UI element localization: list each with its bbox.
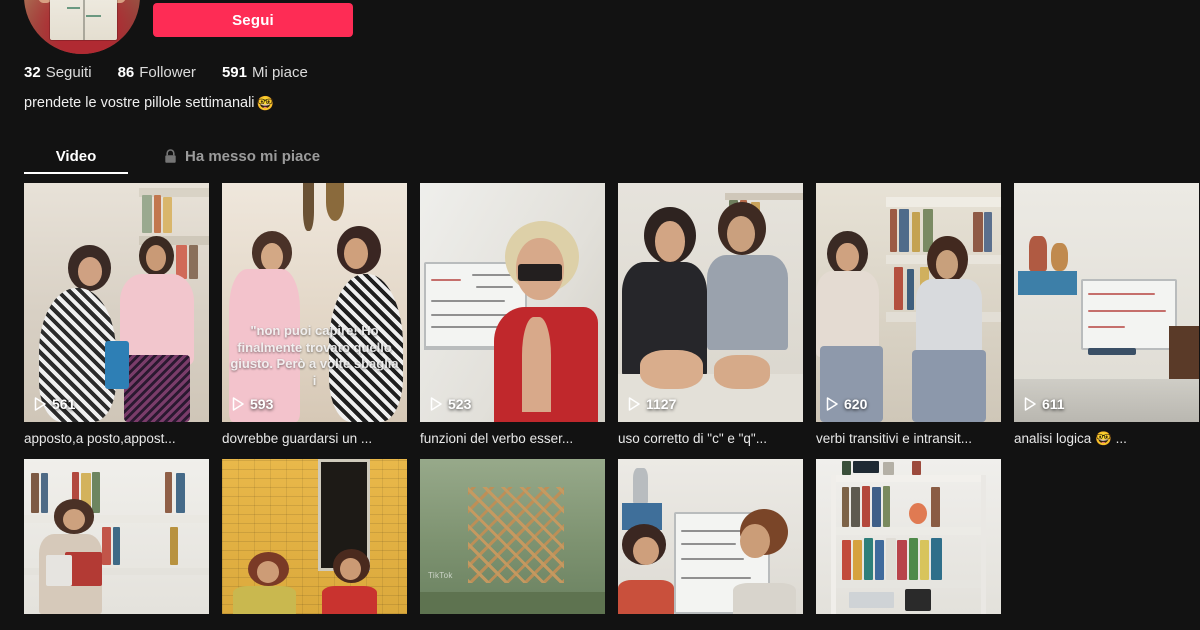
video-cell[interactable] (24, 459, 209, 615)
garden-lattice (468, 487, 565, 584)
view-count-value: 561 (52, 396, 76, 412)
tiktok-watermark: TikTok (428, 571, 453, 581)
video-thumbnail[interactable]: 611 (1014, 183, 1199, 422)
play-icon (430, 397, 442, 411)
video-caption[interactable]: analisi logica 🤓 ... (1014, 422, 1199, 459)
video-caption[interactable]: uso corretto di "c" e "q"... (618, 422, 803, 459)
avatar-book-line (67, 7, 81, 10)
video-thumbnail[interactable]: TikTok (420, 459, 605, 615)
video-cell[interactable] (222, 459, 407, 615)
view-count-value: 1127 (646, 396, 677, 412)
thumbnail-image (618, 459, 803, 615)
video-grid: 561 apposto,a posto,appost... "non puoi … (24, 183, 1200, 615)
view-count-value: 620 (844, 396, 868, 412)
profile-header: Segui 32 Seguiti 86 Follower 591 Mi piac… (0, 0, 1200, 130)
view-count-value: 523 (448, 396, 472, 412)
video-cell[interactable]: 1127 uso corretto di "c" e "q"... (618, 183, 803, 459)
video-cell[interactable]: TikTok (420, 459, 605, 615)
video-cell[interactable]: "non puoi capire! Ho finalmente trovato … (222, 183, 407, 459)
video-cell[interactable]: 620 verbi transitivi e intransit... (816, 183, 1001, 459)
view-count: 620 (826, 396, 867, 412)
likes-count: 591 (221, 64, 247, 81)
likes-label: Mi piace (251, 64, 308, 81)
video-thumbnail[interactable]: 561 (24, 183, 209, 422)
video-caption[interactable]: funzioni del verbo esser... (420, 422, 605, 459)
tab-liked-label: Ha messo mi piace (185, 147, 321, 165)
tiktok-profile-page: Segui 32 Seguiti 86 Follower 591 Mi piac… (0, 0, 1200, 630)
following-label: Seguiti (45, 64, 92, 81)
video-cell[interactable]: 611 analisi logica 🤓 ... (1014, 183, 1199, 459)
play-icon (232, 397, 244, 411)
tab-video-label: Video (55, 147, 97, 165)
video-thumbnail[interactable]: 1127 (618, 183, 803, 422)
view-count: 561 (34, 396, 75, 412)
play-icon (628, 397, 640, 411)
stat-likes: 591 Mi piace (222, 64, 308, 81)
video-thumbnail[interactable]: 523 (420, 183, 605, 422)
video-caption[interactable]: apposto,a posto,appost... (24, 422, 209, 459)
view-count: 523 (430, 396, 471, 412)
avatar-book (49, 0, 117, 41)
bio-text: prendete le vostre pillole settimanali (24, 95, 255, 111)
followers-count: 86 (117, 64, 135, 81)
video-overlay-text: "non puoi capire! Ho finalmente trovato … (230, 323, 399, 388)
video-cell[interactable]: 523 funzioni del verbo esser... (420, 183, 605, 459)
video-cell[interactable] (816, 459, 1001, 615)
profile-bio: prendete le vostre pillole settimanali 🤓 (24, 95, 274, 111)
video-thumbnail[interactable] (816, 459, 1001, 615)
video-caption[interactable]: dovrebbe guardarsi un ... (222, 422, 407, 459)
stat-followers[interactable]: 86 Follower (118, 64, 196, 81)
thumbnail-image (24, 183, 209, 422)
thumbnail-image (816, 183, 1001, 422)
thumbnail-image (420, 183, 605, 422)
play-icon (34, 397, 46, 411)
thumbnail-image (816, 459, 1001, 615)
view-count-value: 593 (250, 396, 274, 412)
nerd-face-emoji: 🤓 (256, 95, 274, 111)
avatar-book-line (85, 15, 101, 17)
profile-tabs: Video Ha messo mi piace (0, 138, 1200, 176)
followers-label: Follower (139, 64, 196, 81)
tab-video[interactable]: Video (24, 138, 128, 174)
profile-stats: 32 Seguiti 86 Follower 591 Mi piace (24, 64, 308, 81)
thumbnail-image (222, 459, 407, 615)
thumbnail-image (24, 459, 209, 615)
avatar[interactable] (24, 0, 140, 54)
video-thumbnail-empty (1014, 459, 1199, 615)
tab-liked[interactable]: Ha messo mi piace (164, 138, 320, 174)
video-cell (1014, 459, 1199, 615)
view-count: 1127 (628, 396, 676, 412)
video-thumbnail[interactable]: "non puoi capire! Ho finalmente trovato … (222, 183, 407, 422)
play-icon (826, 397, 838, 411)
view-count-value: 611 (1042, 396, 1065, 412)
stat-following[interactable]: 32 Seguiti (24, 64, 92, 81)
thumbnail-image (1014, 183, 1199, 422)
video-thumbnail[interactable]: 620 (816, 183, 1001, 422)
video-caption[interactable]: verbi transitivi e intransit... (816, 422, 1001, 459)
following-count: 32 (24, 64, 41, 81)
video-thumbnail[interactable] (618, 459, 803, 615)
video-thumbnail[interactable] (222, 459, 407, 615)
view-count: 611 (1024, 396, 1065, 412)
thumbnail-image (618, 183, 803, 422)
lock-icon (164, 148, 177, 164)
view-count: 593 (232, 396, 273, 412)
thumbnail-image: TikTok (420, 459, 605, 615)
follow-button[interactable]: Segui (153, 3, 353, 37)
video-cell[interactable] (618, 459, 803, 615)
tab-active-underline (24, 172, 128, 174)
video-cell[interactable]: 561 apposto,a posto,appost... (24, 183, 209, 459)
play-icon (1024, 397, 1036, 411)
video-thumbnail[interactable] (24, 459, 209, 615)
